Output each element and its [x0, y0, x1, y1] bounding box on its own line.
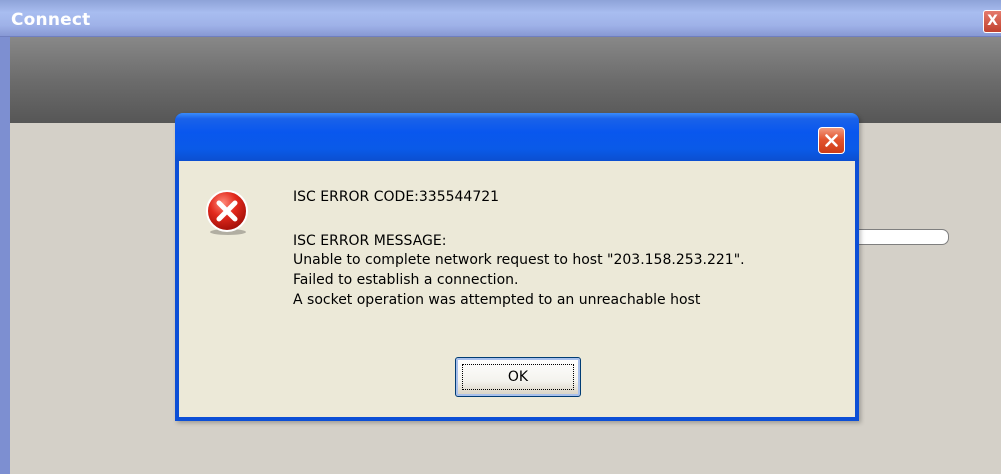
error-message-heading: ISC ERROR MESSAGE: — [293, 233, 447, 249]
connect-window-header-banner — [10, 37, 1001, 123]
connect-window-close-button[interactable]: X — [983, 10, 1001, 33]
connect-window-title: Connect — [11, 10, 91, 30]
error-message-line: Unable to complete network request to ho… — [293, 252, 745, 268]
connect-window-titlebar[interactable]: Connect X — [0, 0, 1001, 37]
error-icon — [206, 190, 248, 235]
error-message-line: Failed to establish a connection. — [293, 272, 519, 288]
error-dialog-close-button[interactable] — [818, 127, 845, 154]
error-code-line: ISC ERROR CODE:335544721 — [293, 189, 500, 205]
close-icon — [825, 134, 838, 147]
ok-button[interactable]: OK — [455, 357, 581, 397]
error-message-line: A socket operation was attempted to an u… — [293, 292, 701, 308]
error-dialog: ISC ERROR CODE:335544721 ISC ERROR MESSA… — [175, 113, 859, 421]
error-dialog-body: ISC ERROR CODE:335544721 ISC ERROR MESSA… — [179, 161, 855, 417]
ok-button-label: OK — [507, 369, 529, 385]
connect-window-input-field[interactable] — [855, 229, 949, 245]
error-dialog-titlebar[interactable] — [175, 113, 859, 161]
connect-window-left-border — [0, 37, 10, 474]
